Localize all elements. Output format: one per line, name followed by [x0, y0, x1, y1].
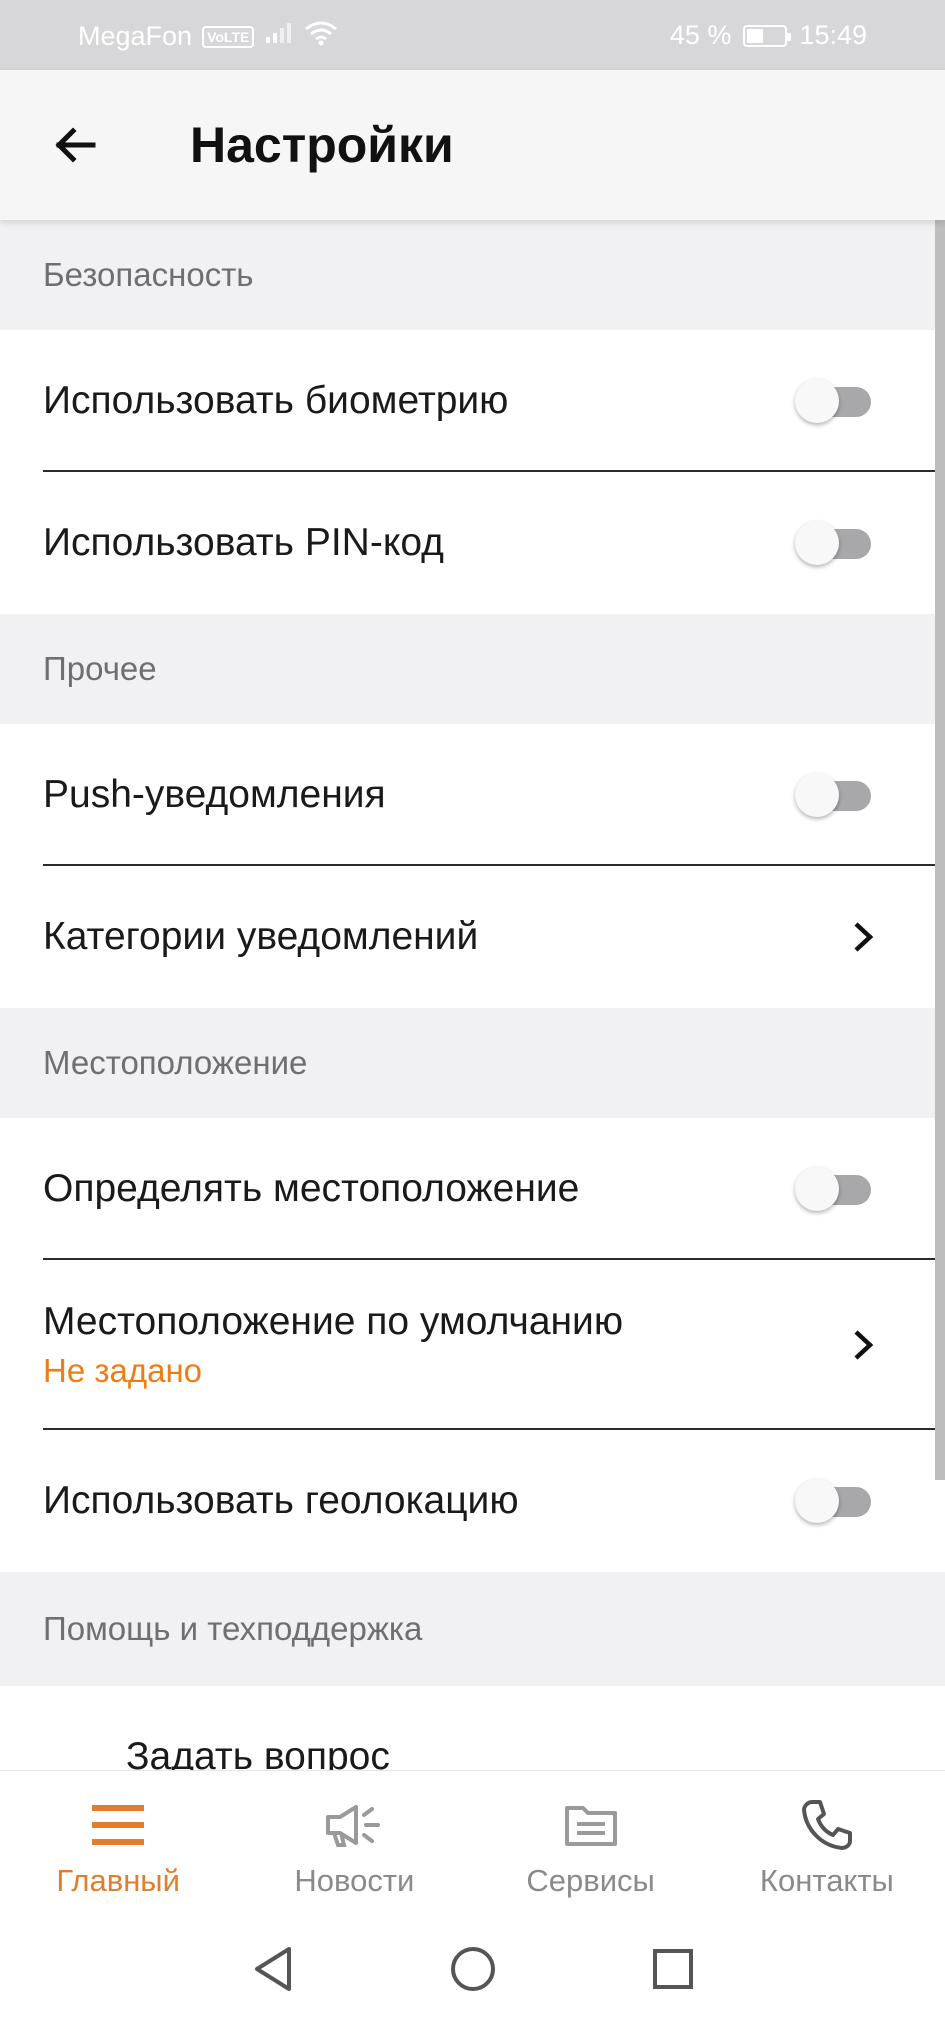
status-bar: MegaFon VoLTE 45 % 15:49 [0, 0, 945, 70]
nav-item-contacts[interactable]: Контакты [709, 1771, 945, 1915]
nav-label: Сервисы [526, 1863, 655, 1898]
chevron-right-icon [843, 1325, 883, 1365]
nav-item-news[interactable]: Новости [236, 1771, 472, 1915]
nav-label: Новости [294, 1863, 415, 1898]
battery-icon [743, 24, 792, 47]
setting-default-location[interactable]: Местоположение по умолчанию Не задано [0, 1260, 945, 1430]
setting-label: Задать вопрос [126, 1735, 390, 1770]
status-bar-right: 45 % 15:49 [670, 20, 867, 51]
page-title: Настройки [190, 117, 454, 173]
setting-label: Местоположение по умолчанию [43, 1300, 624, 1343]
setting-pin[interactable]: Использовать PIN-код [0, 472, 945, 614]
circle-home-icon [450, 1947, 495, 1991]
section-header-location: Местоположение [0, 1008, 945, 1118]
setting-label: Использовать геолокацию [43, 1479, 519, 1522]
nav-label: Главный [56, 1863, 180, 1898]
geolocation-toggle[interactable] [795, 1479, 873, 1523]
signal-icon [264, 21, 294, 52]
square-recents-icon [652, 1949, 693, 1989]
setting-label: Категории уведомлений [43, 915, 479, 958]
back-button[interactable] [40, 110, 110, 180]
pin-toggle[interactable] [795, 521, 873, 565]
status-bar-left: MegaFon VoLTE [78, 20, 338, 53]
setting-value: Не задано [43, 1352, 203, 1389]
battery-percent: 45 % [669, 20, 732, 50]
triangle-back-icon [254, 1947, 291, 1991]
scrollbar[interactable] [935, 220, 945, 1480]
volte-badge: VoLTE [202, 25, 255, 48]
setting-label: Определять местоположение [43, 1167, 580, 1210]
system-back-button[interactable] [248, 1944, 298, 1994]
battery-fill [747, 28, 764, 43]
system-home-button[interactable] [448, 1944, 498, 1994]
clock: 15:49 [799, 20, 867, 50]
bottom-navigation: Главный Новости Сервисы Контакты [0, 1770, 945, 1915]
system-recents-button[interactable] [648, 1944, 698, 1994]
settings-list[interactable]: Безопасность Использовать биометрию Испо… [0, 220, 945, 1770]
nav-item-services[interactable]: Сервисы [473, 1771, 709, 1915]
arrow-left-icon [55, 127, 96, 163]
push-toggle[interactable] [795, 773, 873, 817]
section-header-other: Прочее [0, 614, 945, 724]
section-header-help: Помощь и техподдержка [0, 1572, 945, 1686]
biometry-toggle[interactable] [795, 379, 873, 423]
folder-icon [559, 1793, 623, 1857]
detect-location-toggle[interactable] [795, 1167, 873, 1211]
setting-biometry[interactable]: Использовать биометрию [0, 330, 945, 472]
app-bar: Настройки [0, 70, 945, 220]
phone-icon [795, 1793, 859, 1857]
chevron-right-icon [843, 917, 883, 957]
setting-label: Push-уведомления [43, 773, 386, 816]
system-navigation-bar [0, 1915, 945, 2023]
nav-item-main[interactable]: Главный [0, 1771, 236, 1915]
menu-icon [86, 1793, 150, 1857]
setting-geolocation[interactable]: Использовать геолокацию [0, 1430, 945, 1572]
setting-ask-question[interactable]: Задать вопрос [0, 1686, 945, 1770]
setting-notification-categories[interactable]: Категории уведомлений [0, 866, 945, 1008]
section-header-security: Безопасность [0, 220, 945, 330]
megaphone-icon [322, 1793, 386, 1857]
setting-push[interactable]: Push-уведомления [0, 724, 945, 866]
wifi-icon [304, 20, 338, 53]
carrier-name: MegaFon [78, 21, 193, 51]
setting-label: Использовать биометрию [43, 379, 509, 422]
setting-label: Использовать PIN-код [43, 521, 444, 564]
setting-detect-location[interactable]: Определять местоположение [0, 1118, 945, 1260]
nav-label: Контакты [759, 1863, 894, 1898]
